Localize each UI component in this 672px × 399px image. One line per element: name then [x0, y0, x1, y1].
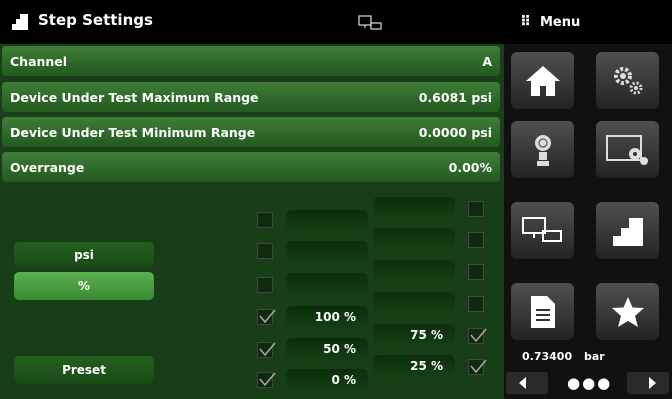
step-checkbox-checked[interactable] [257, 372, 276, 388]
step-checkbox-checked[interactable] [257, 342, 276, 358]
step-value-field[interactable]: 100 % [286, 306, 368, 328]
reading-unit: bar [583, 350, 605, 363]
step-checkbox[interactable] [257, 277, 273, 293]
settings-icon [613, 66, 642, 94]
document-button[interactable] [511, 283, 574, 340]
step-checkbox-checked[interactable] [468, 359, 487, 375]
step-value-field[interactable]: 0 % [286, 369, 368, 391]
row-value: 0.0000 psi [418, 124, 492, 140]
step-icon [612, 217, 643, 246]
page-title: Step Settings [38, 11, 153, 29]
row-value: 0.6081 psi [418, 89, 492, 105]
step-checkbox[interactable] [468, 201, 484, 217]
sensor-button[interactable] [511, 121, 574, 178]
step-icon [12, 14, 28, 30]
row-overrange[interactable]: Overrange 0.00% [2, 152, 500, 182]
row-dut-min-range[interactable]: Device Under Test Minimum Range 0.0000 p… [2, 117, 500, 147]
step-value-field[interactable] [373, 197, 455, 219]
row-value: 0.00% [448, 159, 492, 175]
favorites-button[interactable] [596, 283, 659, 340]
settings-button[interactable] [596, 52, 659, 109]
page-prev-button[interactable] [506, 372, 548, 394]
remote-button[interactable] [511, 202, 574, 259]
menu-grid-icon: ⠿ [520, 14, 531, 30]
step-value-field[interactable] [373, 228, 455, 250]
step-checkbox[interactable] [468, 296, 484, 312]
step-checkbox[interactable] [257, 212, 273, 228]
row-label: Channel [10, 53, 68, 69]
step-checkbox[interactable] [468, 264, 484, 280]
row-channel[interactable]: Channel A [2, 46, 500, 76]
display-settings-icon [605, 134, 648, 165]
reading-value: 0.73400 [522, 350, 573, 363]
step-value-field[interactable]: 75 % [373, 324, 455, 346]
page-indicator: ●●● [567, 374, 613, 392]
row-dut-max-range[interactable]: Device Under Test Maximum Range 0.6081 p… [2, 82, 500, 112]
document-icon [530, 295, 555, 328]
sensor-icon [534, 134, 551, 166]
page-next-button[interactable] [627, 372, 669, 394]
arrow-right-icon [649, 377, 656, 389]
row-label: Overrange [10, 159, 85, 175]
step-value-field[interactable] [286, 273, 368, 295]
favorites-icon [611, 296, 644, 327]
arrow-left-icon [519, 377, 526, 389]
row-label: Device Under Test Maximum Range [10, 89, 259, 105]
unit-percent-button[interactable]: % [14, 272, 154, 300]
step-checkbox-checked[interactable] [468, 328, 487, 344]
step-value-field[interactable] [286, 241, 368, 263]
step-value-field[interactable] [373, 260, 455, 282]
step-value-field[interactable] [373, 292, 455, 314]
menu-label: Menu [540, 15, 581, 30]
step-value-field[interactable]: 25 % [373, 355, 455, 377]
step-checkbox[interactable] [257, 243, 273, 259]
row-label: Device Under Test Minimum Range [10, 124, 256, 140]
preset-button[interactable]: Preset [14, 356, 154, 384]
step-value-field[interactable] [286, 210, 368, 232]
step-button[interactable] [596, 202, 659, 259]
connection-icon [358, 15, 382, 30]
step-checkbox-checked[interactable] [257, 309, 276, 325]
row-value: A [482, 53, 492, 69]
display-settings-button[interactable] [596, 121, 659, 178]
unit-psi-button[interactable]: psi [14, 242, 154, 268]
home-button[interactable] [511, 52, 574, 109]
home-icon [525, 65, 560, 96]
pressure-reading: 0.73400 bar [522, 350, 605, 363]
step-value-field[interactable]: 50 % [286, 338, 368, 360]
remote-connection-icon [521, 216, 562, 242]
step-checkbox[interactable] [468, 232, 484, 248]
